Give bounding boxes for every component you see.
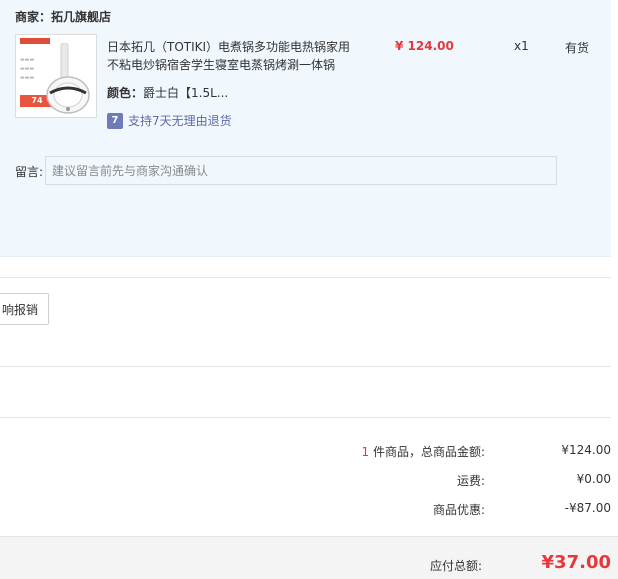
invoice-reimbursement-button[interactable]: 响报销 — [0, 293, 49, 325]
summary-discount-row: 商品优惠: -¥87.00 — [0, 501, 611, 521]
discount-amount: -¥87.00 — [564, 501, 611, 515]
product-stock: 有货 — [565, 41, 590, 55]
summary-items-amount: ¥124.00 — [561, 443, 611, 457]
divider — [0, 277, 611, 278]
product-price: ¥ 124.00 — [395, 39, 454, 53]
items-label-text: 件商品，总商品金额: — [369, 445, 485, 459]
summary-items-label: 1 件商品，总商品金额: — [362, 443, 486, 460]
product-quantity: x1 — [514, 39, 529, 53]
divider — [0, 417, 611, 418]
product-name[interactable]: 日本拓几（TOTIKI）电煮锅多功能电热锅家用不粘电炒锅宿舍学生寝室电蒸锅烤涮一… — [107, 38, 357, 74]
summary-shipping-row: 运费: ¥0.00 — [0, 472, 611, 492]
divider — [0, 366, 611, 367]
note-label: 留言: — [15, 165, 44, 179]
shipping-label: 运费: — [456, 474, 485, 488]
return-policy: 7 支持7天无理由退货 — [107, 112, 232, 129]
electric-pot-icon — [46, 43, 90, 114]
summary-items-row: 1 件商品，总商品金额: ¥124.00 — [0, 443, 612, 463]
thumbnail-caption-line: ▬▬▬ — [20, 66, 35, 72]
note-input[interactable] — [45, 156, 557, 185]
total-amount: ¥37.00 — [541, 552, 611, 573]
thumbnail-caption-line: ▬▬▬ — [20, 75, 35, 81]
return-policy-text: 支持7天无理由退货 — [128, 114, 232, 128]
shop-order-panel: 商家：拓几旗舰店 ▬▬▬ ▬▬▬ ▬▬▬ 74 日本拓几（TOTIKI）电煮锅多… — [0, 0, 611, 257]
discount-label: 商品优惠: — [432, 503, 485, 517]
thumbnail-caption-line: ▬▬▬ — [20, 57, 35, 63]
product-color-value: 爵士白【1.5L... — [143, 86, 229, 100]
product-color-label: 颜色： — [107, 86, 144, 100]
product-thumbnail[interactable]: ▬▬▬ ▬▬▬ ▬▬▬ 74 — [15, 34, 97, 118]
seven-day-return-icon: 7 — [107, 112, 123, 129]
total-bar: 应付总额: ¥37.00 — [0, 536, 618, 579]
shop-title: 商家：拓几旗舰店 — [15, 10, 112, 24]
shipping-amount: ¥0.00 — [576, 472, 611, 486]
total-label: 应付总额: — [429, 559, 482, 573]
product-color: 颜色：爵士白【1.5L... — [107, 84, 228, 101]
item-count: 1 — [361, 445, 370, 459]
